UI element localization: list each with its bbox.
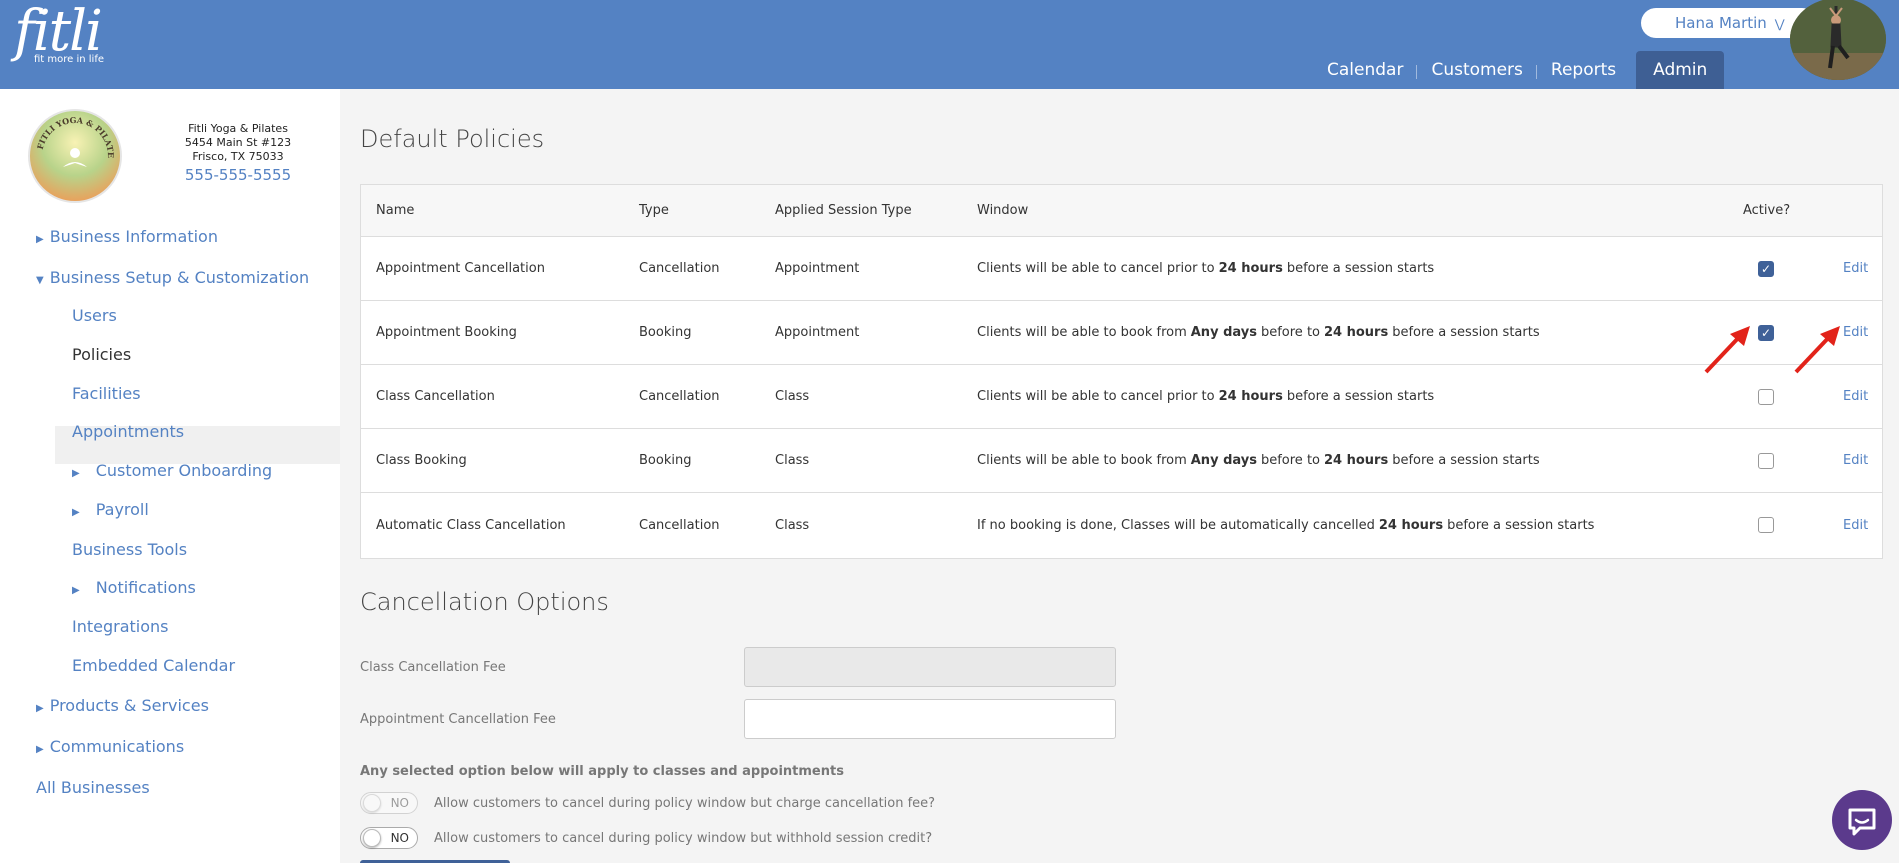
policy-session-type: Appointment	[775, 325, 860, 340]
user-name: Hana Martin	[1675, 14, 1767, 32]
sidebar-item-business-information[interactable]: ▶ Business Information	[36, 227, 218, 246]
toggle-row-withhold-credit: NO Allow customers to cancel during poli…	[360, 827, 932, 849]
policy-name: Class Cancellation	[376, 389, 495, 404]
policies-table: Name Type Applied Session Type Window Ac…	[360, 184, 1883, 559]
business-name: Fitli Yoga & Pilates	[188, 122, 288, 135]
policy-window: Clients will be able to cancel prior to 2…	[977, 389, 1435, 404]
logo-word: fitli	[14, 0, 103, 64]
logo-tagline: fit more in life	[34, 54, 105, 65]
sidebar-item-embedded-calendar[interactable]: Embedded Calendar	[72, 656, 235, 675]
sidebar-item-payroll[interactable]: ▶ Payroll	[72, 500, 149, 519]
chevron-down-icon: ⋁	[1774, 17, 1785, 31]
column-header-session-type: Applied Session Type	[775, 203, 912, 218]
nav-calendar[interactable]: Calendar	[1313, 51, 1418, 89]
appt-fee-input[interactable]	[744, 699, 1116, 739]
edit-link[interactable]: Edit	[1843, 493, 1868, 557]
policy-name: Appointment Booking	[376, 325, 517, 340]
sidebar: FITLI YOGA & PILATES Fitli Yoga & Pilate…	[0, 89, 340, 863]
sidebar-item-products-services[interactable]: ▶ Products & Services	[36, 696, 209, 715]
options-note: Any selected option below will apply to …	[360, 764, 844, 779]
column-header-window: Window	[977, 203, 1029, 218]
edit-link[interactable]: Edit	[1843, 429, 1868, 492]
sidebar-item-communications[interactable]: ▶ Communications	[36, 737, 184, 756]
policy-session-type: Class	[775, 453, 810, 468]
table-header: Name Type Applied Session Type Window Ac…	[361, 185, 1882, 237]
sidebar-item-business-setup[interactable]: ▼ Business Setup & Customization	[36, 268, 309, 287]
policy-name: Appointment Cancellation	[376, 261, 545, 276]
annotation-arrow-icon	[1704, 326, 1840, 374]
page-title: Default Policies	[360, 125, 545, 153]
caret-right-icon: ▶	[72, 585, 80, 596]
policy-window: Clients will be able to cancel prior to 2…	[977, 261, 1435, 276]
sidebar-item-all-businesses[interactable]: All Businesses	[36, 778, 150, 797]
nav-customers[interactable]: Customers	[1417, 51, 1538, 89]
sidebar-item-users[interactable]: Users	[72, 306, 117, 325]
withhold-credit-label: Allow customers to cancel during policy …	[434, 830, 933, 846]
policy-window: Clients will be able to book from Any day…	[977, 453, 1540, 468]
active-checkbox[interactable]	[1758, 493, 1774, 557]
active-checkbox[interactable]	[1758, 429, 1774, 492]
appt-fee-label: Appointment Cancellation Fee	[360, 712, 556, 727]
policy-name: Class Booking	[376, 453, 467, 468]
edit-link[interactable]: Edit	[1843, 237, 1868, 300]
column-header-active: Active?	[1743, 203, 1791, 218]
avatar[interactable]	[1790, 0, 1886, 80]
section-title-cancellation: Cancellation Options	[360, 588, 609, 616]
sidebar-item-notifications[interactable]: ▶ Notifications	[72, 578, 196, 597]
sidebar-item-customer-onboarding[interactable]: ▶ Customer Onboarding	[72, 461, 272, 480]
table-row: Automatic Class Cancellation Cancellatio…	[361, 493, 1882, 557]
caret-right-icon: ▶	[36, 744, 44, 755]
policy-name: Automatic Class Cancellation	[376, 517, 566, 533]
sidebar-item-facilities[interactable]: Facilities	[72, 384, 141, 403]
sidebar-item-business-tools[interactable]: Business Tools	[72, 540, 187, 559]
policy-session-type: Class	[775, 389, 810, 404]
business-address-2: Frisco, TX 75033	[192, 150, 284, 163]
column-header-name: Name	[376, 203, 415, 218]
caret-down-icon: ▼	[36, 275, 44, 286]
nav-reports[interactable]: Reports	[1537, 51, 1630, 89]
table-row: Class Cancellation Cancellation Class Cl…	[361, 365, 1882, 429]
chat-icon	[1848, 808, 1876, 836]
business-info: Fitli Yoga & Pilates 5454 Main St #123 F…	[150, 122, 326, 183]
top-nav: Calendar Customers Reports Admin	[1313, 51, 1725, 89]
policy-window: Clients will be able to book from Any day…	[977, 325, 1540, 340]
charge-fee-toggle[interactable]: NO	[360, 792, 418, 814]
active-checkbox[interactable]: ✓	[1758, 237, 1774, 300]
app-header: fitli fit more in life Hana Martin ⋁ Cale…	[0, 0, 1899, 89]
caret-right-icon: ▶	[72, 468, 80, 479]
business-address-1: 5454 Main St #123	[184, 136, 292, 149]
policy-type: Cancellation	[639, 517, 720, 533]
nav-admin[interactable]: Admin	[1636, 51, 1725, 89]
toggle-row-charge-fee: NO Allow customers to cancel during poli…	[360, 792, 935, 814]
withhold-credit-toggle[interactable]: NO	[360, 827, 418, 849]
sidebar-item-policies[interactable]: Policies	[72, 345, 131, 364]
caret-right-icon: ▶	[36, 234, 44, 245]
caret-right-icon: ▶	[36, 703, 44, 714]
table-row: Appointment Booking Booking Appointment …	[361, 301, 1882, 365]
policy-window: If no booking is done, Classes will be a…	[977, 517, 1595, 533]
policy-session-type: Appointment	[775, 261, 860, 276]
policy-type: Booking	[639, 325, 692, 340]
business-phone[interactable]: 555-555-5555	[150, 168, 326, 183]
business-logo: FITLI YOGA & PILATES	[28, 109, 122, 203]
policy-type: Cancellation	[639, 261, 720, 276]
sidebar-item-integrations[interactable]: Integrations	[72, 617, 169, 636]
chat-button[interactable]	[1832, 790, 1892, 850]
column-header-type: Type	[639, 203, 669, 218]
fitli-logo[interactable]: fitli fit more in life	[14, 0, 105, 66]
charge-fee-label: Allow customers to cancel during policy …	[434, 795, 936, 811]
policy-type: Booking	[639, 453, 692, 468]
caret-right-icon: ▶	[72, 507, 80, 518]
table-row: Class Booking Booking Class Clients will…	[361, 429, 1882, 493]
class-fee-label: Class Cancellation Fee	[360, 660, 506, 675]
policy-type: Cancellation	[639, 389, 720, 404]
sidebar-item-appointments[interactable]: Appointments	[72, 422, 184, 441]
policy-session-type: Class	[775, 517, 810, 533]
class-fee-input[interactable]	[744, 647, 1116, 687]
table-row: Appointment Cancellation Cancellation Ap…	[361, 237, 1882, 301]
